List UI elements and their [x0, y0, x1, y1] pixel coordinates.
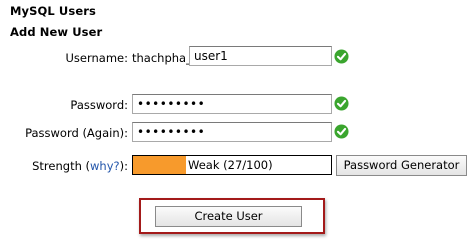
username-prefix: thachpha_: [132, 51, 192, 65]
username-valid-check-icon: [334, 49, 349, 64]
strength-text: Weak (27/100): [188, 158, 273, 172]
username-label: Username:: [65, 51, 129, 65]
strength-meter-fill: [133, 156, 186, 174]
password-again-valid-check-icon: [334, 124, 349, 139]
subsection-title: Add New User: [10, 25, 103, 39]
strength-label-prefix: Strength (: [32, 159, 91, 173]
strength-label: Strength (why?):: [32, 159, 128, 173]
password-generator-button[interactable]: Password Generator: [336, 155, 467, 176]
password-again-input[interactable]: •••••••••: [132, 122, 332, 142]
password-label: Password:: [70, 98, 128, 112]
section-title: MySQL Users: [10, 4, 96, 18]
password-again-label: Password (Again):: [25, 126, 128, 140]
create-user-button[interactable]: Create User: [155, 206, 302, 227]
why-link[interactable]: why?: [90, 159, 120, 173]
username-input[interactable]: user1: [189, 46, 332, 66]
password-input[interactable]: •••••••••: [132, 94, 332, 114]
strength-meter: Weak (27/100): [132, 155, 332, 175]
password-again-value: •••••••••: [137, 125, 206, 139]
strength-label-suffix: ):: [119, 159, 128, 173]
password-valid-check-icon: [334, 96, 349, 111]
username-value: user1: [194, 49, 228, 63]
password-value: •••••••••: [137, 97, 206, 111]
